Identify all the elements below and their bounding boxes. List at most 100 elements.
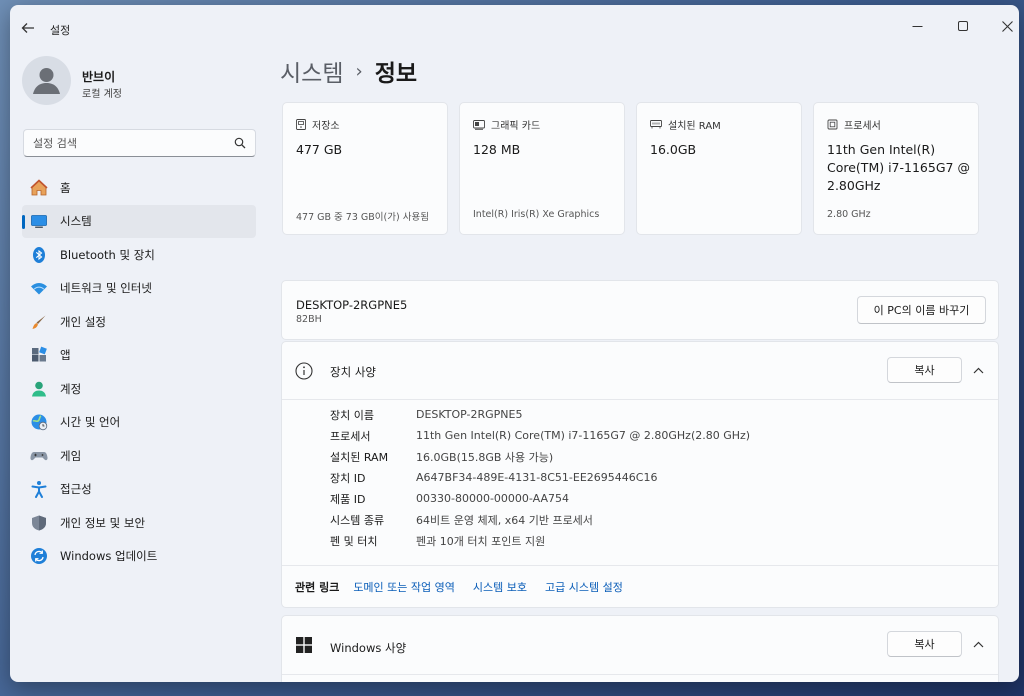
sidebar-item-network[interactable]: 네트워크 및 인터넷 — [22, 272, 256, 306]
collapse-device-specs-button[interactable] — [969, 361, 987, 379]
sidebar-item-label: 개인 설정 — [60, 314, 106, 329]
spec-label: 장치 이름 — [330, 408, 374, 422]
spec-row: 장치 이름 DESKTOP-2RGPNE5 — [330, 404, 750, 425]
spec-value: DESKTOP-2RGPNE5 — [416, 408, 523, 421]
pc-model: 82BH — [296, 314, 322, 325]
ram-card: 설치된 RAM 16.0GB — [636, 102, 802, 235]
sidebar-item-privacy-security[interactable]: 개인 정보 및 보안 — [22, 506, 256, 540]
graphics-card-icon — [473, 119, 485, 130]
minimize-icon — [912, 25, 922, 27]
page-title: 정보 — [374, 61, 418, 87]
shield-icon — [30, 514, 48, 532]
sidebar-item-label: 앱 — [60, 348, 71, 363]
spec-label: 제품 ID — [330, 492, 366, 506]
settings-window: 설정 반브이 로컬 계정 설정 검색 홈 시스템 Bluetooth 및 장치 … — [10, 5, 1019, 682]
user-avatar-icon — [33, 68, 60, 94]
sidebar-item-personalization[interactable]: 개인 설정 — [22, 305, 256, 339]
copy-device-specs-button[interactable]: 복사 — [887, 357, 962, 383]
spec-row: 시스템 종류 64비트 운영 체제, x64 기반 프로세서 — [330, 509, 750, 530]
update-icon — [30, 547, 48, 565]
sidebar-item-home[interactable]: 홈 — [22, 171, 256, 205]
time-language-icon — [30, 413, 48, 431]
breadcrumb-parent[interactable]: 시스템 — [280, 54, 343, 88]
card-label: 저장소 — [312, 121, 340, 132]
sidebar-item-label: 계정 — [60, 381, 82, 396]
ram-icon — [650, 120, 662, 129]
maximize-button[interactable] — [945, 13, 981, 39]
info-icon — [295, 362, 313, 380]
accessibility-icon — [30, 480, 48, 499]
device-specs-list: 장치 이름 DESKTOP-2RGPNE5 프로세서 11th Gen Intel(… — [330, 404, 750, 551]
spec-value: 16.0GB(15.8GB 사용 가능) — [416, 450, 554, 464]
sidebar-item-gaming[interactable]: 게임 — [22, 439, 256, 473]
storage-card: 저장소 477 GB 477 GB 중 73 GB이(가) 사용됨 — [282, 102, 448, 235]
spec-row: 설치된 RAM 16.0GB(15.8GB 사용 가능) — [330, 446, 750, 467]
related-links-title: 관련 링크 — [295, 581, 340, 594]
back-button[interactable] — [19, 19, 37, 37]
sidebar-item-bluetooth[interactable]: Bluetooth 및 장치 — [22, 238, 256, 272]
home-icon — [30, 179, 48, 197]
apps-icon — [30, 346, 48, 364]
advanced-system-settings-link[interactable]: 고급 시스템 설정 — [545, 579, 623, 595]
user-profile[interactable]: 반브이 로컬 계정 — [22, 56, 262, 108]
arrow-left-icon — [21, 23, 34, 33]
spec-row: 프로세서 11th Gen Intel(R) Core(TM) i7-1165G7… — [330, 425, 750, 446]
sidebar-item-apps[interactable]: 앱 — [22, 339, 256, 373]
card-footer: Intel(R) Iris(R) Xe Graphics — [473, 209, 600, 220]
sidebar-item-accounts[interactable]: 계정 — [22, 372, 256, 406]
profile-name: 반브이 — [82, 70, 116, 84]
sidebar-item-label: 홈 — [60, 180, 71, 195]
windows-specs-title: Windows 사양 — [330, 641, 407, 655]
card-label: 그래픽 카드 — [491, 121, 541, 132]
sidebar-item-system[interactable]: 시스템 — [22, 204, 256, 238]
card-label: 설치된 RAM — [668, 121, 721, 132]
card-value: 16.0GB — [650, 142, 697, 157]
close-button[interactable] — [989, 13, 1019, 39]
rename-pc-button[interactable]: 이 PC의 이름 바꾸기 — [857, 296, 986, 324]
pc-name: DESKTOP-2RGPNE5 — [296, 298, 408, 312]
sidebar-item-label: 접근성 — [60, 482, 92, 497]
spec-row: 펜 및 터치 펜과 10개 터치 포인트 지원 — [330, 530, 750, 551]
device-specs-title: 장치 사양 — [330, 365, 376, 379]
spec-value: 64비트 운영 체제, x64 기반 프로세서 — [416, 513, 593, 527]
card-footer: 477 GB 중 73 GB이(가) 사용됨 — [296, 212, 429, 223]
divider — [282, 674, 998, 675]
sidebar-item-label: Bluetooth 및 장치 — [60, 247, 155, 262]
breadcrumb-separator: › — [355, 60, 363, 82]
device-specs-panel: 장치 사양 복사 장치 이름 DESKTOP-2RGPNE5 프로세서 11th G… — [281, 341, 999, 608]
title-bar: 설정 — [10, 5, 1019, 49]
system-protection-link[interactable]: 시스템 보호 — [473, 579, 527, 595]
chevron-up-icon — [973, 367, 983, 373]
sidebar-item-label: Windows 업데이트 — [60, 549, 158, 564]
close-icon — [1001, 20, 1013, 32]
domain-workgroup-link[interactable]: 도메인 또는 작업 영역 — [353, 579, 455, 595]
spec-row: 제품 ID 00330-80000-00000-AA754 — [330, 488, 750, 509]
minimize-button[interactable] — [899, 13, 935, 39]
sidebar-item-label: 시간 및 언어 — [60, 415, 121, 430]
sidebar-item-accessibility[interactable]: 접근성 — [22, 473, 256, 507]
brush-icon — [30, 313, 48, 331]
device-specs-header[interactable]: 장치 사양 복사 — [282, 342, 998, 400]
spec-label: 펜 및 터치 — [330, 534, 378, 548]
spec-label: 시스템 종류 — [330, 513, 385, 527]
windows-specs-panel: Windows 사양 복사 — [281, 615, 999, 682]
spec-value: A647BF34-489E-4131-8C51-EE2695446C16 — [416, 471, 658, 484]
chevron-up-icon — [973, 641, 983, 647]
windows-logo-icon — [296, 637, 312, 653]
graphics-card-card: 그래픽 카드 128 MB Intel(R) Iris(R) Xe Graphi… — [459, 102, 625, 235]
processor-icon — [827, 119, 838, 130]
spec-row: 장치 ID A647BF34-489E-4131-8C51-EE2695446C1… — [330, 467, 750, 488]
related-links-bar: 관련 링크 도메인 또는 작업 영역 시스템 보호 고급 시스템 설정 — [282, 565, 998, 608]
settings-search-box — [23, 129, 256, 157]
collapse-windows-specs-button[interactable] — [969, 635, 987, 653]
sidebar-item-windows-update[interactable]: Windows 업데이트 — [22, 540, 256, 574]
avatar — [22, 56, 71, 105]
search-input[interactable] — [24, 130, 224, 156]
copy-windows-specs-button[interactable]: 복사 — [887, 631, 962, 657]
network-icon — [30, 279, 48, 297]
card-footer: 2.80 GHz — [827, 209, 871, 220]
system-icon — [30, 212, 48, 230]
search-icon[interactable] — [234, 137, 246, 149]
sidebar-item-time-language[interactable]: 시간 및 언어 — [22, 406, 256, 440]
spec-value: 펜과 10개 터치 포인트 지원 — [416, 534, 546, 548]
